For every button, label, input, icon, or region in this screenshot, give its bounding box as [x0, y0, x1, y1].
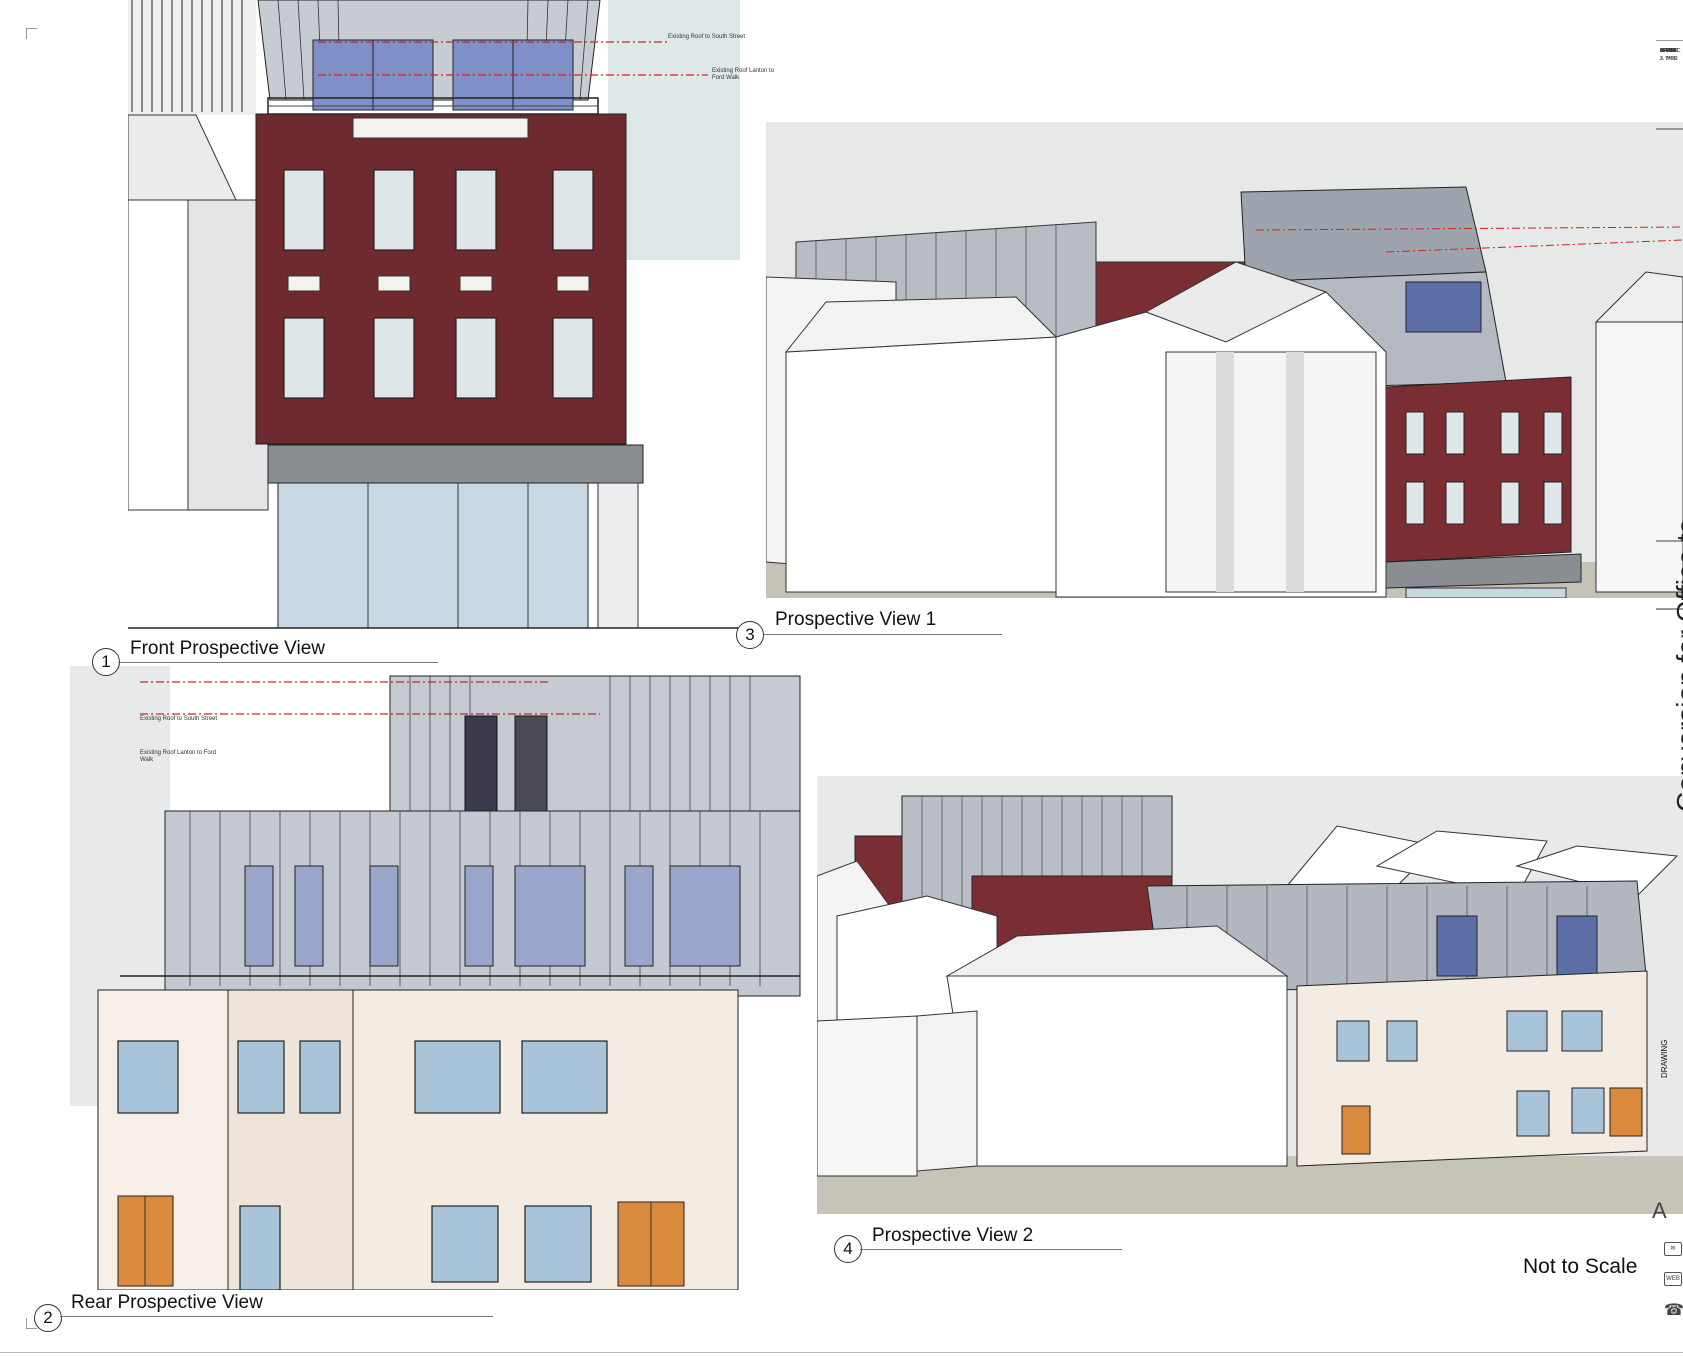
title-block-divider	[1656, 128, 1683, 130]
title-block-border	[1656, 40, 1683, 41]
prospective-view-2-drawing	[817, 776, 1683, 1214]
rear-roof-south-annotation: Existing Roof to South Street	[140, 716, 218, 722]
view-1-underline	[118, 662, 438, 663]
scale-note: Not to Scale	[1523, 1255, 1638, 1278]
view-2-underline	[60, 1316, 493, 1317]
web-icon: WEB	[1664, 1272, 1682, 1286]
email-icon: ✉	[1664, 1242, 1682, 1256]
view-4-title: Prospective View 2	[872, 1225, 1034, 1246]
note-line: 3. THIS	[1660, 56, 1677, 62]
front-roof-lanton-annotation: Existing Roof Lanton to Ford Walk	[712, 68, 775, 81]
view-1-title: Front Prospective View	[130, 638, 326, 659]
view-4-number: 4	[834, 1235, 862, 1263]
note-line: SPECIF	[1660, 48, 1679, 54]
front-roof-south-annotation: Existing Roof to South Street	[668, 34, 746, 40]
view-4-underline	[860, 1249, 1122, 1250]
view-2-number: 2	[34, 1304, 62, 1332]
prospective-view-1-drawing	[766, 122, 1683, 598]
brand-logo-text: A	[1652, 1198, 1671, 1223]
bottom-border	[0, 1352, 1683, 1353]
corner-mark	[26, 1318, 37, 1329]
drawing-label: DRAWING	[1660, 1039, 1669, 1078]
view-3-number: 3	[736, 621, 764, 649]
view-3-title: Prospective View 1	[775, 609, 937, 630]
phone-icon: ☎	[1664, 1302, 1683, 1319]
rear-roof-lanton-annotation: Existing Roof Lanton to Ford Walk	[140, 750, 217, 763]
view-2-title: Rear Prospective View	[71, 1292, 263, 1313]
view-1-number: 1	[92, 648, 120, 676]
corner-mark	[26, 28, 37, 39]
front-prospective-view-drawing	[128, 0, 740, 632]
project-title: Conversion for Office to	[1671, 518, 1683, 812]
view-3-underline	[764, 634, 1002, 635]
